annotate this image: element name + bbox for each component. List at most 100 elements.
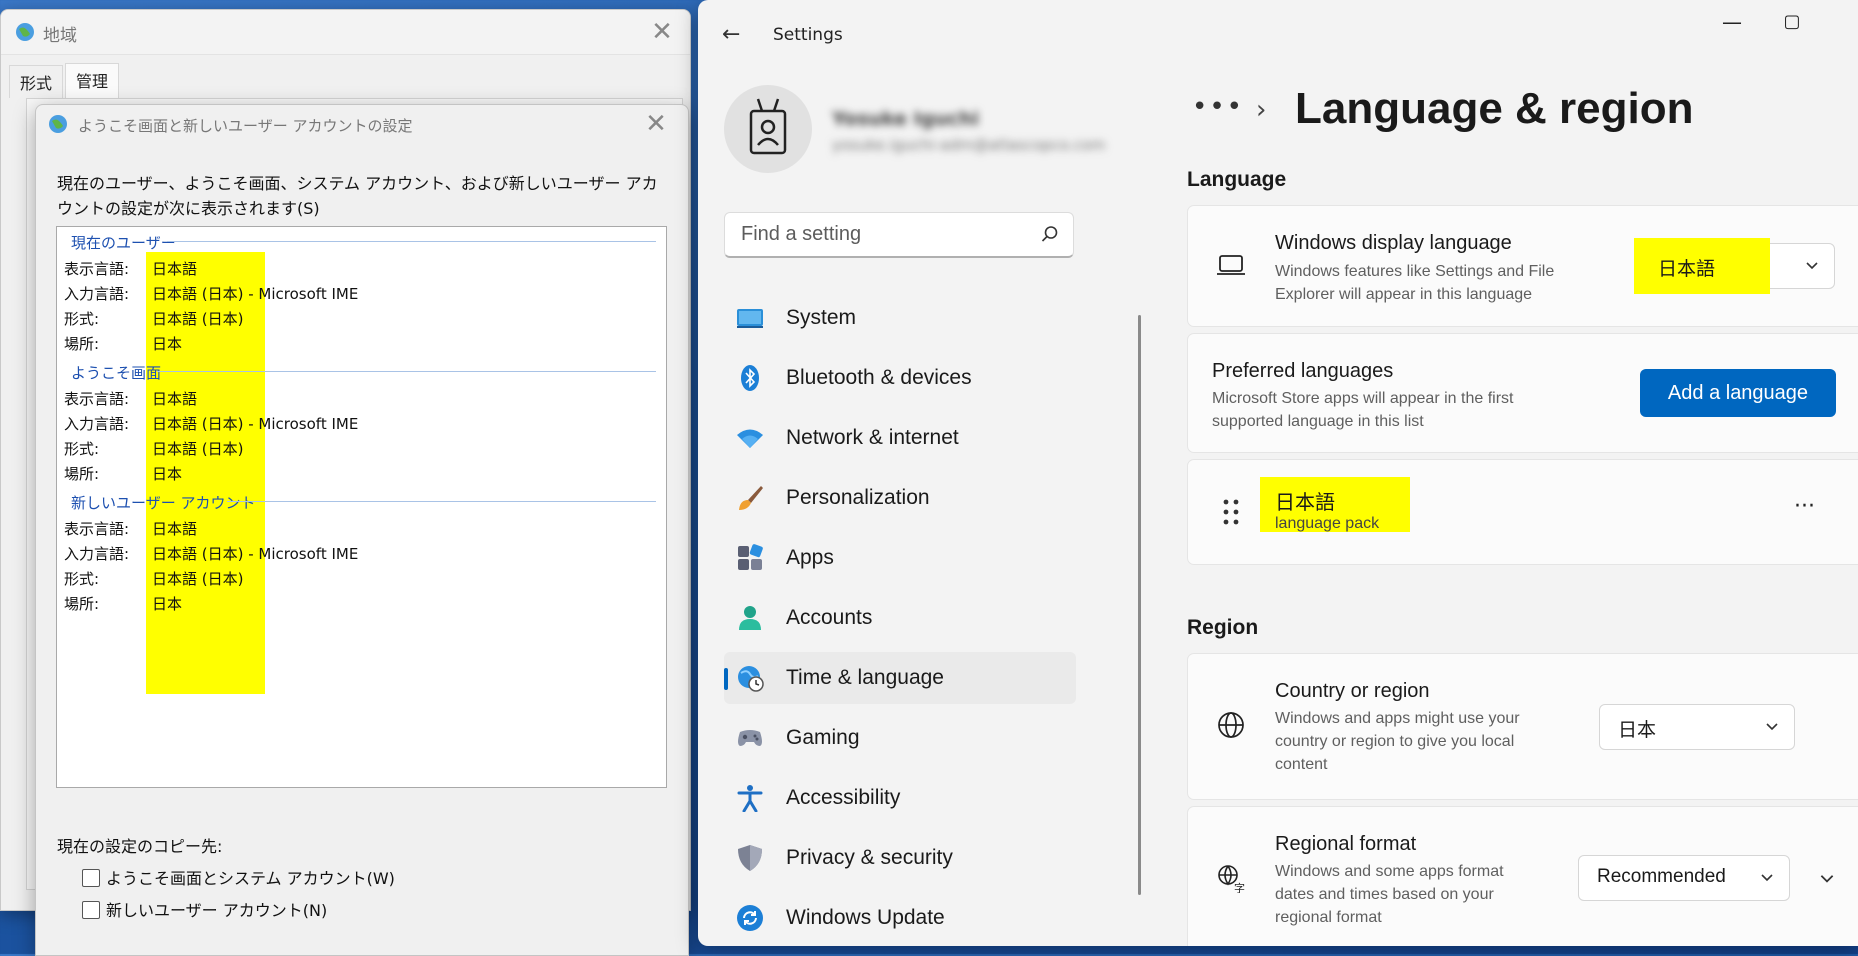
page-title: Language & region bbox=[1295, 84, 1694, 133]
row-value: 日本語 bbox=[152, 260, 198, 278]
card-display-language: Windows display language Windows feature… bbox=[1187, 205, 1858, 327]
update-icon bbox=[737, 905, 763, 931]
dropdown-value: Recommended bbox=[1597, 866, 1726, 887]
nav-item-gaming[interactable]: Gaming bbox=[724, 712, 1076, 764]
search-input[interactable] bbox=[739, 222, 1033, 247]
row-value: 日本 bbox=[152, 465, 183, 483]
wifi-icon bbox=[737, 429, 763, 448]
row-value: 日本語 (日本) - Microsoft IME bbox=[152, 415, 359, 433]
nav-item-privacy[interactable]: Privacy & security bbox=[724, 832, 1076, 884]
section-divider bbox=[157, 371, 656, 372]
row-value: 日本語 (日本) - Microsoft IME bbox=[152, 545, 359, 563]
checkbox-welcome-system[interactable]: ようこそ画面とシステム アカウント(W) bbox=[82, 865, 395, 889]
nav-item-accessibility[interactable]: Accessibility bbox=[724, 772, 1076, 824]
minimize-icon[interactable]: — bbox=[1708, 6, 1756, 38]
tab-format[interactable]: 形式 bbox=[9, 65, 64, 98]
copy-to-label: 現在の設定のコピー先: bbox=[57, 837, 223, 856]
settings-window: — ▢ ← Settings Yosuke Iguchi yosuke.iguc… bbox=[698, 0, 1858, 946]
row-label: 形式: bbox=[64, 310, 100, 328]
nav-item-apps[interactable]: Apps bbox=[724, 532, 1076, 584]
language-detail: language pack bbox=[1275, 515, 1380, 532]
checkbox-label: 新しいユーザー アカウント(N) bbox=[106, 901, 328, 920]
region-title: 地域 bbox=[43, 26, 77, 46]
shield-icon bbox=[738, 845, 762, 871]
tab-administrative[interactable]: 管理 bbox=[65, 63, 120, 100]
row-value: 日本語 bbox=[152, 520, 198, 538]
settings-nav: System Bluetooth & devices Network & int… bbox=[724, 292, 1076, 946]
app-title: Settings bbox=[773, 25, 843, 45]
nav-item-windows-update[interactable]: Windows Update bbox=[724, 892, 1076, 944]
nav-item-personalization[interactable]: Personalization bbox=[724, 472, 1076, 524]
search-icon[interactable] bbox=[1041, 225, 1059, 243]
add-language-button[interactable]: Add a language bbox=[1640, 369, 1836, 417]
country-subtitle: Windows and apps might use your country … bbox=[1275, 710, 1520, 773]
row-value: 日本語 (日本) bbox=[152, 310, 244, 328]
nav-label: Personalization bbox=[786, 486, 930, 509]
welcome-description: 現在のユーザー、ようこそ画面、システム アカウント、および新しいユーザー アカウ… bbox=[57, 174, 658, 218]
welcome-titlebar: ようこそ画面と新しいユーザー アカウントの設定 ✕ bbox=[36, 105, 688, 143]
nav-item-network[interactable]: Network & internet bbox=[724, 412, 1076, 464]
close-icon[interactable]: ✕ bbox=[638, 108, 674, 140]
row-label: 形式: bbox=[64, 440, 100, 458]
checkbox-label: ようこそ画面とシステム アカウント(W) bbox=[106, 869, 395, 888]
section-heading-welcome-screen: ようこそ画面 bbox=[71, 364, 162, 382]
row-value: 日本 bbox=[152, 335, 183, 353]
system-icon bbox=[737, 309, 763, 328]
back-arrow-icon[interactable]: ← bbox=[722, 22, 740, 47]
nav-item-time-language[interactable]: Time & language bbox=[724, 652, 1076, 704]
brush-icon bbox=[739, 486, 763, 510]
row-label: 入力言語: bbox=[64, 285, 130, 303]
row-value: 日本 bbox=[152, 595, 183, 613]
card-regional-format[interactable]: 字 Regional format Windows and some apps … bbox=[1187, 806, 1858, 946]
nav-item-accounts[interactable]: Accounts bbox=[724, 592, 1076, 644]
checkbox-new-user[interactable]: 新しいユーザー アカウント(N) bbox=[82, 897, 327, 921]
region-tabs: 形式 管理 bbox=[9, 63, 121, 100]
section-divider bbox=[227, 501, 656, 502]
maximize-icon[interactable]: ▢ bbox=[1768, 6, 1816, 38]
nav-label: Apps bbox=[786, 546, 834, 569]
nav-scrollbar[interactable] bbox=[1138, 315, 1141, 895]
chevron-down-icon bbox=[1761, 874, 1773, 882]
checkbox-box[interactable] bbox=[82, 901, 100, 919]
nav-item-system[interactable]: System bbox=[724, 292, 1076, 344]
country-dropdown[interactable]: 日本 bbox=[1599, 704, 1795, 750]
more-options-icon[interactable]: ··· bbox=[1794, 494, 1815, 519]
settings-listbox[interactable]: 現在のユーザー 表示言語: 日本語 入力言語: 日本語 (日本) - Micro… bbox=[56, 226, 667, 788]
regional-format-dropdown[interactable]: Recommended bbox=[1578, 855, 1790, 901]
close-icon[interactable]: ✕ bbox=[644, 16, 680, 48]
display-language-subtitle: Windows features like Settings and File … bbox=[1275, 263, 1555, 303]
search-box[interactable] bbox=[724, 212, 1074, 258]
row-value: 日本語 (日本) bbox=[152, 440, 244, 458]
card-country-region: Country or region Windows and apps might… bbox=[1187, 653, 1858, 800]
row-value: 日本語 (日本) - Microsoft IME bbox=[152, 285, 359, 303]
nav-label: Privacy & security bbox=[786, 846, 953, 869]
nav-label: Accessibility bbox=[786, 786, 901, 809]
avatar[interactable] bbox=[724, 85, 812, 173]
apps-icon bbox=[738, 544, 763, 570]
row-label: 場所: bbox=[64, 595, 100, 613]
display-language-dropdown[interactable]: 日本語 bbox=[1634, 238, 1835, 294]
user-name: Yosuke Iguchi bbox=[832, 108, 980, 130]
row-label: 場所: bbox=[64, 335, 100, 353]
row-label: 入力言語: bbox=[64, 545, 130, 563]
language-list-item[interactable]: 日本語 language pack ··· bbox=[1187, 459, 1858, 565]
chevron-down-icon bbox=[1766, 723, 1778, 731]
welcome-title: ようこそ画面と新しいユーザー アカウントの設定 bbox=[78, 117, 413, 135]
breadcrumb-more[interactable]: ••• bbox=[1192, 92, 1244, 122]
id-badge-icon bbox=[749, 98, 787, 155]
drag-handle-icon[interactable] bbox=[1222, 498, 1240, 526]
accounts-icon bbox=[739, 606, 761, 630]
chevron-right-icon: › bbox=[1256, 95, 1267, 125]
regional-format-title: Regional format bbox=[1275, 833, 1417, 855]
preferred-languages-title: Preferred languages bbox=[1212, 360, 1394, 382]
expand-chevron-icon[interactable] bbox=[1818, 869, 1836, 887]
row-label: 入力言語: bbox=[64, 415, 130, 433]
checkbox-box[interactable] bbox=[82, 869, 100, 887]
nav-label: System bbox=[786, 306, 857, 329]
language-name: 日本語 bbox=[1275, 492, 1335, 514]
gamepad-icon bbox=[738, 730, 762, 746]
row-label: 場所: bbox=[64, 465, 100, 483]
globe-icon bbox=[16, 23, 34, 41]
row-label: 形式: bbox=[64, 570, 100, 588]
nav-item-bluetooth[interactable]: Bluetooth & devices bbox=[724, 352, 1076, 404]
